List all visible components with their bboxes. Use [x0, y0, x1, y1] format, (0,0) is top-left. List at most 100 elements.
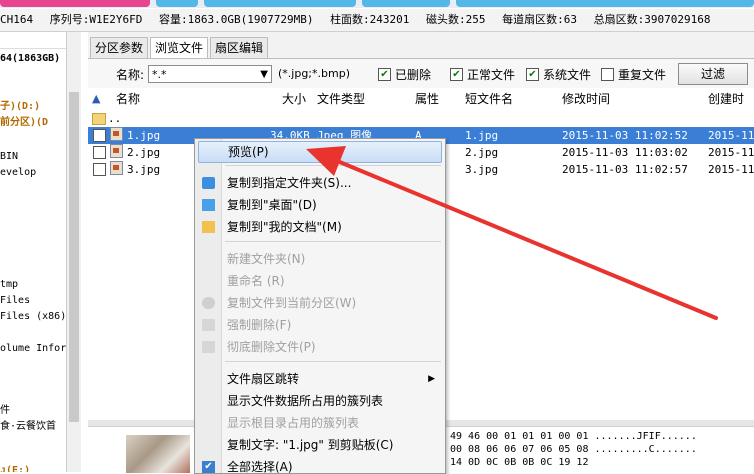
tree-item-partition-d[interactable]: 子)(D:): [0, 100, 40, 114]
image-thumbnail: [126, 435, 190, 473]
duplicate-files-label: 重复文件: [618, 68, 667, 82]
extension-hint: (*.jpg;*.bmp): [278, 67, 350, 80]
deleted-checkbox[interactable]: ✔: [378, 68, 391, 81]
disk-tab-active[interactable]: [0, 0, 150, 7]
menu-item-new-folder[interactable]: 新建文件夹(N): [195, 248, 445, 270]
tree-item-folder[interactable]: 件: [0, 404, 10, 418]
row-checkbox[interactable]: [93, 163, 106, 176]
tree-scrollbar[interactable]: [66, 32, 81, 472]
file-short-name: 2.jpg: [465, 146, 499, 159]
tree-item-folder[interactable]: Files: [0, 294, 30, 308]
menu-item-rename[interactable]: 重命名 (R): [195, 270, 445, 292]
disk-tab[interactable]: [362, 0, 450, 7]
file-short-name: 1.jpg: [465, 129, 499, 142]
tree-item-disk[interactable]: 64(1863GB): [0, 52, 60, 66]
menu-item-copy-to-documents[interactable]: 复制到"我的文档"(M): [195, 216, 445, 238]
check-icon: ✔: [202, 461, 215, 473]
file-name: 2.jpg: [127, 146, 161, 159]
menu-item-label: 重命名 (R): [227, 274, 285, 288]
file-modified: 2015-11-03 11:02:57: [562, 163, 688, 176]
filter-button[interactable]: 过滤: [678, 63, 748, 85]
menu-separator: [225, 241, 441, 242]
disk-serial: 序列号:W1E2Y6FD: [49, 13, 143, 26]
tree-item-folder[interactable]: olume Infor: [0, 342, 66, 356]
menu-item-label: 文件扇区跳转: [227, 372, 300, 386]
menu-item-copy-to-desktop[interactable]: 复制到"桌面"(D): [195, 194, 445, 216]
scrollbar-thumb[interactable]: [69, 92, 79, 422]
tree-item-partition-e[interactable]: ᴊ(E:): [0, 464, 30, 472]
file-created: 2015-11-: [708, 129, 754, 142]
menu-item-show-clusters[interactable]: 显示文件数据所占用的簇列表: [195, 390, 445, 412]
disk-tab[interactable]: [204, 0, 356, 7]
menu-item-wipe-delete[interactable]: 彻底删除文件(P): [195, 336, 445, 358]
up-folder-icon[interactable]: ▲: [92, 88, 100, 110]
system-files-checkbox[interactable]: ✔: [526, 68, 539, 81]
tree-item-prev-partition[interactable]: 前分区)(D: [0, 116, 48, 130]
tree-item-folder[interactable]: BIN: [0, 150, 18, 164]
column-size[interactable]: 大小: [282, 88, 306, 110]
tab-partition-params[interactable]: 分区参数: [90, 37, 149, 59]
file-name: 3.jpg: [127, 163, 161, 176]
row-checkbox[interactable]: [93, 129, 106, 142]
row-checkbox[interactable]: [93, 146, 106, 159]
file-modified: 2015-11-03 11:03:02: [562, 146, 688, 159]
name-label: 名称:: [116, 68, 145, 82]
tree-item-folder[interactable]: Files (x86): [0, 310, 66, 324]
file-created: 2015-11-: [708, 146, 754, 159]
list-item-parent[interactable]: ..: [88, 110, 754, 127]
duplicate-files-checkbox[interactable]: [601, 68, 614, 81]
menu-item-show-root-clusters[interactable]: 显示根目录占用的簇列表: [195, 412, 445, 434]
parent-dir-label: ..: [108, 112, 122, 125]
menu-item-copy-text[interactable]: 复制文字: "1.jpg" 到剪贴板(C): [195, 434, 445, 456]
desktop-icon: [202, 199, 215, 211]
delete-disabled-icon: [202, 319, 215, 331]
file-name: 1.jpg: [127, 129, 161, 142]
menu-item-preview[interactable]: 预览(P): [198, 141, 442, 163]
folder-icon: [202, 221, 215, 233]
menu-item-select-all[interactable]: ✔ 全部选择(A): [195, 456, 445, 474]
filter-bar: 名称: *.* ▼ (*.jpg;*.bmp) ✔ 已删除 ✔ 正常文件 ✔ 系…: [88, 58, 754, 89]
disk-cylinders: 柱面数:243201: [330, 13, 410, 26]
column-short-name[interactable]: 短文件名: [465, 88, 513, 110]
wipe-disabled-icon: [202, 341, 215, 353]
menu-item-label: 新建文件夹(N): [227, 252, 306, 266]
system-files-label: 系统文件: [543, 68, 592, 82]
file-created: 2015-11-: [708, 163, 754, 176]
disk-tab[interactable]: [156, 0, 198, 7]
image-file-icon: [110, 161, 123, 175]
menu-item-label: 显示根目录占用的簇列表: [227, 416, 360, 430]
menu-item-sector-jump[interactable]: 文件扇区跳转 ▶: [195, 368, 445, 390]
menu-item-label: 显示文件数据所占用的簇列表: [227, 394, 384, 408]
copy-disabled-icon: [202, 297, 215, 309]
column-attr[interactable]: 属性: [415, 88, 439, 110]
deleted-label: 已删除: [395, 68, 432, 82]
hex-row: 00 08 06 06 07 06 05 08 .........C......…: [450, 444, 697, 455]
chevron-right-icon: ▶: [428, 374, 435, 384]
hex-row: 49 46 00 01 01 01 00 01 .......JFIF.....…: [450, 431, 697, 442]
menu-item-label: 全部选择(A): [227, 460, 293, 474]
disk-tab[interactable]: [456, 0, 754, 7]
disk-total-sectors: 总扇区数:3907029168: [593, 13, 711, 26]
column-modified[interactable]: 修改时间: [562, 88, 610, 110]
menu-item-force-delete[interactable]: 强制删除(F): [195, 314, 445, 336]
tree-item-folder[interactable]: 食·云餐饮首: [0, 420, 56, 434]
tab-browse-files[interactable]: 浏览文件: [150, 37, 209, 60]
tab-sector-edit[interactable]: 扇区编辑: [210, 37, 269, 59]
name-filter-value: *.*: [152, 68, 167, 81]
disk-model: CH164: [0, 13, 34, 26]
tree-item-folder[interactable]: tmp: [0, 278, 18, 292]
column-name[interactable]: 名称: [116, 88, 140, 110]
menu-item-copy-to-partition[interactable]: 复制文件到当前分区(W): [195, 292, 445, 314]
normal-files-checkbox[interactable]: ✔: [450, 68, 463, 81]
folder-icon: [92, 113, 106, 125]
image-file-icon: [110, 127, 123, 141]
menu-item-copy-to-folder[interactable]: 复制到指定文件夹(S)...: [195, 172, 445, 194]
chevron-down-icon[interactable]: ▼: [260, 66, 268, 84]
file-modified: 2015-11-03 11:02:52: [562, 129, 688, 142]
menu-item-label: 复制文字: "1.jpg" 到剪贴板(C): [227, 438, 394, 452]
tree-item-folder[interactable]: evelop: [0, 166, 36, 180]
column-type[interactable]: 文件类型: [317, 88, 365, 110]
menu-item-label: 彻底删除文件(P): [227, 340, 316, 354]
name-filter-input[interactable]: *.* ▼: [148, 65, 272, 83]
disk-info-bar: CH164 序列号:W1E2Y6FD 容量:1863.0GB(1907729MB…: [0, 9, 754, 32]
